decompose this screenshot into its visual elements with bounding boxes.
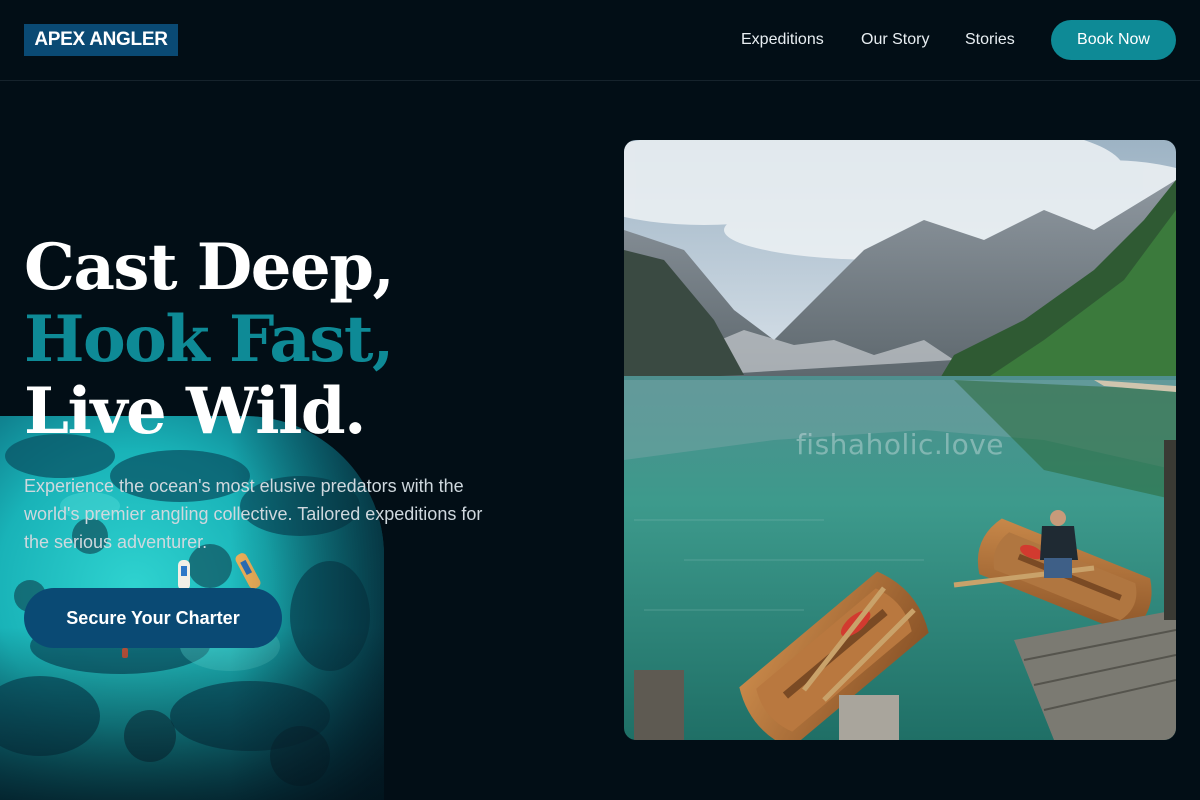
nav-link-stories[interactable]: Stories (965, 30, 1015, 50)
hero-subcopy: Experience the ocean's most elusive pred… (24, 476, 483, 552)
headline-line-2: Hook Fast, (24, 302, 394, 377)
headline-line-1: Cast Deep, (24, 230, 395, 305)
secure-charter-button[interactable]: Secure Your Charter (24, 588, 282, 648)
photo-watermark: fishaholic.love (795, 428, 1005, 461)
brand-logo[interactable]: APEX ANGLER (24, 24, 178, 56)
nav-link-expeditions[interactable]: Expeditions (741, 30, 824, 50)
site-header: APEX ANGLER Expeditions Our Story Storie… (0, 0, 1200, 81)
hero-headline: Cast Deep, Hook Fast, Live Wild. (24, 230, 395, 449)
book-now-button[interactable]: Book Now (1051, 20, 1176, 60)
headline-line-3: Live Wild. (24, 374, 366, 449)
lake-photo: fishaholic.love (624, 140, 1176, 740)
nav-link-our-story[interactable]: Our Story (861, 30, 929, 50)
